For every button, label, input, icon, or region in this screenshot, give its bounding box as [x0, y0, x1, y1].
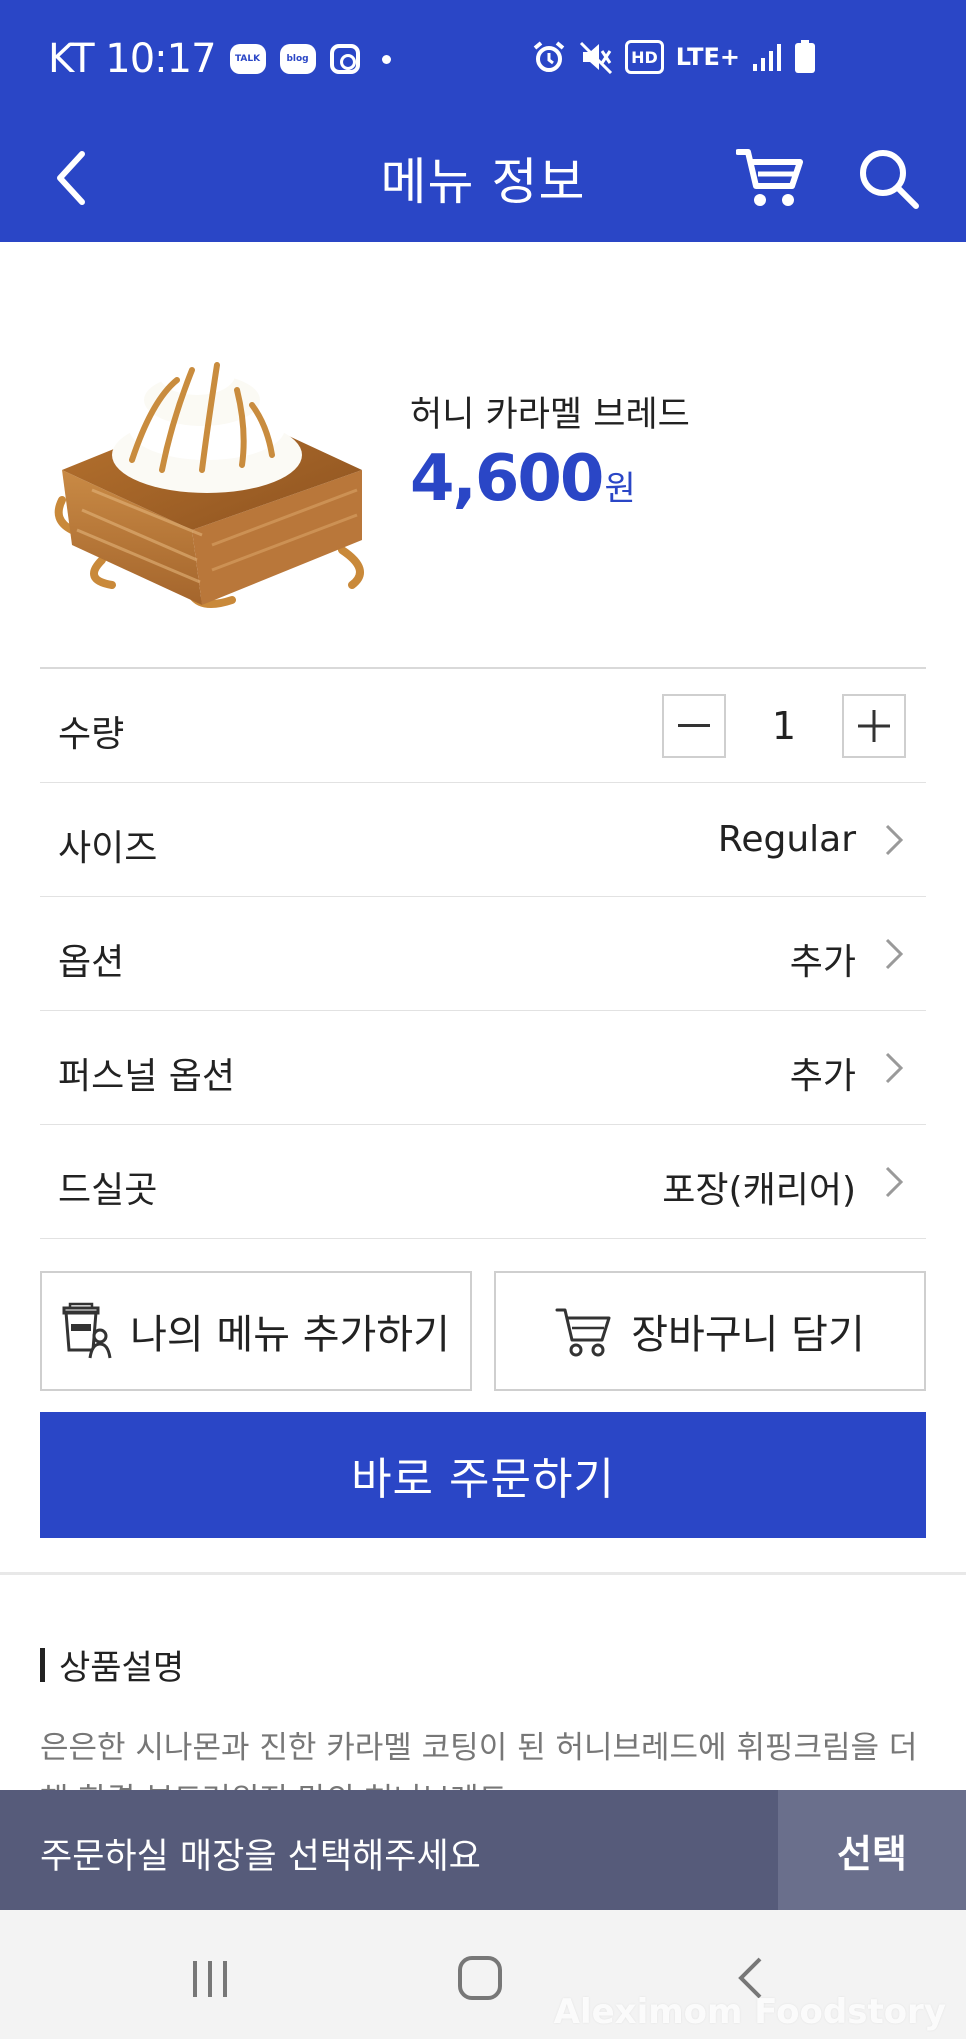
system-navigation-bar: Aleximom Foodstory — [0, 1910, 966, 2039]
personal-option-label: 퍼스널 옵션 — [58, 1056, 236, 1097]
description-text: 은은한 시나몬과 진한 카라멜 코팅이 된 허니브레드에 휘핑크림을 더해 한결… — [40, 1730, 918, 1790]
section-divider — [0, 1572, 966, 1575]
signal-icon — [752, 40, 782, 74]
description-title: 상품설명 — [59, 1648, 185, 1688]
quantity-stepper: 1 — [662, 694, 906, 758]
chevron-right-icon — [885, 824, 904, 856]
blog-icon: blog — [279, 44, 316, 74]
minus-icon — [678, 724, 710, 727]
nav-bar: 메뉴 정보 — [0, 120, 966, 242]
kakaotalk-icon: TALK — [229, 44, 266, 74]
add-my-menu-button[interactable]: 나의 메뉴 추가하기 — [40, 1271, 472, 1391]
home-button[interactable] — [440, 1948, 520, 2008]
decrease-button[interactable] — [662, 694, 726, 758]
dining-value: 포장(캐리어) — [662, 1170, 856, 1211]
personal-option-value: 추가 — [789, 1056, 856, 1097]
status-bar: KT 10:17 TALK blog HD LTE+ — [0, 0, 966, 120]
chevron-right-icon — [885, 938, 904, 970]
size-value: Regular — [717, 819, 856, 860]
description-heading: 상품설명 — [40, 1640, 184, 1689]
chevron-right-icon — [885, 1052, 904, 1084]
add-to-cart-label: 장바구니 담기 — [631, 1312, 865, 1358]
heading-bar — [40, 1647, 45, 1682]
product-name: 허니 카라멜 브레드 — [410, 395, 690, 435]
price-value: 4,600 — [410, 442, 604, 516]
store-select-button[interactable]: 선택 — [778, 1790, 966, 1910]
personal-option-row[interactable]: 퍼스널 옵션 추가 — [40, 1011, 926, 1125]
chevron-right-icon — [885, 1166, 904, 1198]
quantity-label: 수량 — [58, 714, 125, 755]
status-left: KT 10:17 TALK blog — [48, 36, 391, 82]
cart-button[interactable] — [730, 138, 810, 218]
option-list: 수량 1 사이즈 Regular 옵션 추가 퍼스널 옵션 추가 드실곳 포장(… — [40, 667, 926, 1239]
price-currency: 원 — [604, 469, 636, 509]
battery-icon — [794, 40, 816, 74]
add-my-menu-label: 나의 메뉴 추가하기 — [130, 1312, 450, 1358]
page-title: 메뉴 정보 — [380, 153, 586, 211]
alarm-icon — [531, 40, 567, 74]
network-type: LTE+ — [675, 43, 740, 71]
mute-icon — [579, 40, 613, 74]
option-value: 추가 — [789, 942, 856, 983]
product-price: 4,600 원 — [410, 442, 636, 516]
instagram-icon — [329, 44, 360, 74]
recent-apps-icon — [193, 1961, 227, 1997]
carrier-time: KT 10:17 — [48, 36, 217, 82]
option-row[interactable]: 옵션 추가 — [40, 897, 926, 1011]
hd-voice-icon: HD — [625, 40, 664, 74]
dining-row[interactable]: 드실곳 포장(캐리어) — [40, 1125, 926, 1239]
cup-person-icon — [62, 1302, 112, 1359]
option-label: 옵션 — [58, 942, 125, 983]
store-select-prompt: 주문하실 매장을 선택해주세요 — [40, 1837, 481, 1877]
cart-icon — [736, 149, 803, 206]
app-header: KT 10:17 TALK blog HD LTE+ 메뉴 정보 — [0, 0, 966, 242]
recent-apps-button[interactable] — [170, 1948, 250, 2008]
quantity-row: 수량 1 — [40, 669, 926, 783]
store-select-bar: 주문하실 매장을 선택해주세요 선택 — [0, 1790, 966, 1910]
quantity-value: 1 — [771, 704, 797, 748]
plus-icon — [858, 710, 890, 742]
search-button[interactable] — [848, 138, 928, 218]
increase-button[interactable] — [842, 694, 906, 758]
order-now-button[interactable]: 바로 주문하기 — [40, 1412, 926, 1538]
product-summary: 허니 카라멜 브레드 4,600 원 — [0, 242, 966, 667]
product-image — [54, 324, 364, 608]
dining-label: 드실곳 — [58, 1170, 158, 1211]
size-row[interactable]: 사이즈 Regular — [40, 783, 926, 897]
status-right: HD LTE+ — [531, 40, 816, 74]
cart-outline-icon — [555, 1308, 611, 1357]
watermark-text: Aleximom Foodstory — [553, 1992, 946, 2032]
search-icon — [860, 150, 919, 209]
home-icon — [458, 1956, 502, 2000]
size-label: 사이즈 — [58, 828, 158, 869]
notification-dot-icon — [381, 54, 391, 64]
add-to-cart-button[interactable]: 장바구니 담기 — [494, 1271, 926, 1391]
